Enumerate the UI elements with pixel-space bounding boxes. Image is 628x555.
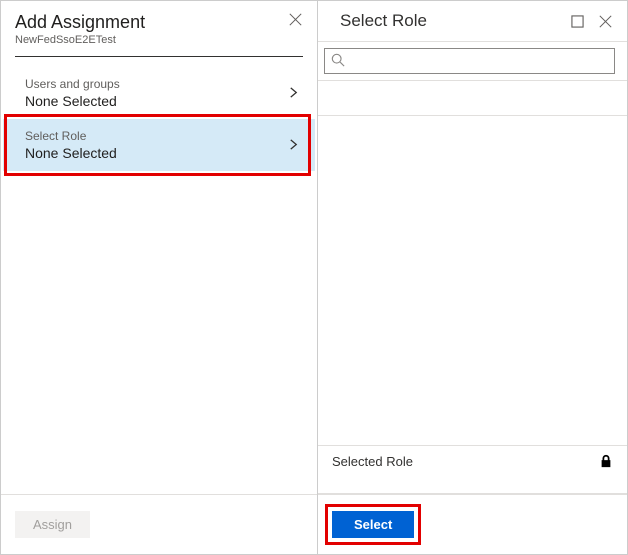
- search-input[interactable]: [351, 54, 608, 69]
- search-icon: [331, 53, 345, 70]
- selected-role-section: Selected Role: [318, 445, 627, 494]
- item-value: None Selected: [25, 145, 117, 161]
- panel-footer: Select: [318, 494, 627, 554]
- chevron-right-icon: [288, 138, 299, 153]
- item-value: None Selected: [25, 93, 120, 109]
- select-role-item[interactable]: Select Role None Selected: [3, 119, 315, 171]
- selected-role-label: Selected Role: [332, 454, 413, 469]
- panel-footer: Assign: [1, 494, 317, 554]
- select-button[interactable]: Select: [332, 511, 414, 538]
- panel-header: Add Assignment NewFedSsoE2ETest: [1, 1, 317, 50]
- role-list-area: [318, 116, 627, 445]
- chevron-right-icon: [288, 86, 299, 101]
- users-and-groups-item[interactable]: Users and groups None Selected: [3, 67, 315, 119]
- maximize-icon[interactable]: [569, 13, 585, 29]
- close-icon[interactable]: [597, 13, 613, 29]
- panel-subtitle: NewFedSsoE2ETest: [15, 34, 145, 46]
- search-container: [318, 42, 627, 80]
- item-label: Select Role: [25, 129, 117, 143]
- close-icon[interactable]: [287, 11, 303, 27]
- add-assignment-panel: Add Assignment NewFedSsoE2ETest Users an…: [1, 1, 318, 554]
- panel-title: Add Assignment: [15, 11, 145, 33]
- panel-title: Select Role: [340, 11, 427, 31]
- select-role-panel: Select Role: [318, 1, 627, 554]
- panel-header: Select Role: [318, 1, 627, 41]
- item-label: Users and groups: [25, 77, 120, 91]
- lock-icon: [599, 454, 613, 471]
- assign-button[interactable]: Assign: [15, 511, 90, 538]
- search-box[interactable]: [324, 48, 615, 74]
- assignment-steps-list: Users and groups None Selected Select Ro…: [1, 57, 317, 494]
